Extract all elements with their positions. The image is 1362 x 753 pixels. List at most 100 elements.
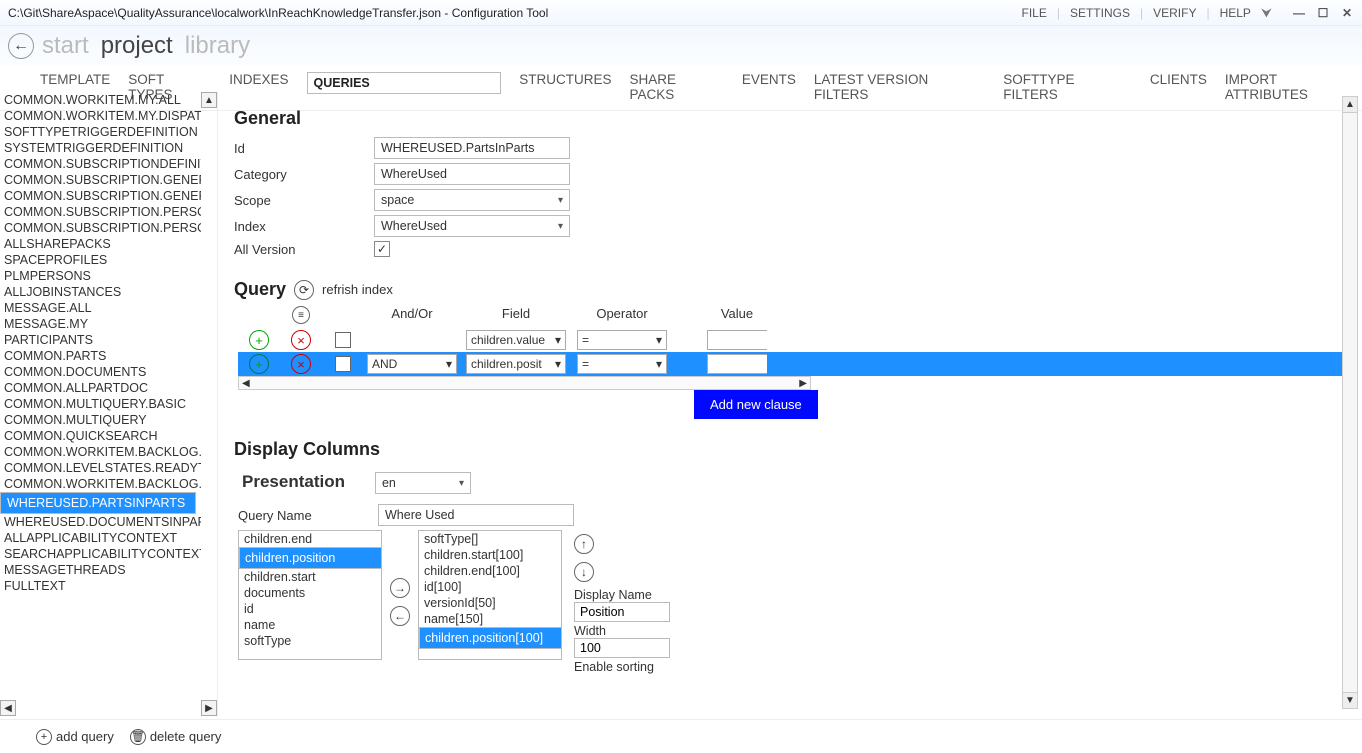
- query-hscroll[interactable]: ◀▶: [238, 376, 811, 390]
- menu-help[interactable]: HELP: [1220, 6, 1251, 20]
- menu-verify[interactable]: VERIFY: [1153, 6, 1196, 20]
- add-clause-button[interactable]: Add new clause: [694, 390, 818, 419]
- available-columns-list[interactable]: children.endchildren.positionchildren.st…: [238, 530, 382, 660]
- delete-query-button[interactable]: 🗑delete query: [130, 729, 222, 745]
- display-name-field[interactable]: [574, 602, 670, 622]
- query-list-item[interactable]: FULLTEXT: [0, 578, 201, 594]
- clause-add-button[interactable]: +: [249, 354, 269, 374]
- hscroll-left[interactable]: ◀: [0, 700, 16, 716]
- query-list-item[interactable]: PARTICIPANTS: [0, 332, 201, 348]
- query-list-item[interactable]: SPACEPROFILES: [0, 252, 201, 268]
- query-list-item[interactable]: COMMON.QUICKSEARCH: [0, 428, 201, 444]
- query-list-item[interactable]: COMMON.MULTIQUERY.BASIC: [0, 396, 201, 412]
- query-list-item[interactable]: COMMON.WORKITEM.MY.DISPATC: [0, 108, 201, 124]
- available-column-item[interactable]: name: [239, 617, 381, 633]
- add-query-button[interactable]: +add query: [36, 729, 114, 745]
- clause-field-select[interactable]: children.value▾: [466, 330, 566, 350]
- selected-column-item[interactable]: id[100]: [419, 579, 561, 595]
- move-down-button[interactable]: ↓: [574, 562, 594, 582]
- clause-remove-button[interactable]: ×: [291, 354, 311, 374]
- language-select[interactable]: en▾: [375, 472, 471, 494]
- query-list-item[interactable]: COMMON.SUBSCRIPTION.GENERA: [0, 188, 201, 204]
- selected-column-item[interactable]: softType[]: [419, 531, 561, 547]
- query-list-item[interactable]: SEARCHAPPLICABILITYCONTEXT: [0, 546, 201, 562]
- move-left-button[interactable]: ←: [390, 606, 410, 626]
- query-list-item[interactable]: COMMON.ALLPARTDOC: [0, 380, 201, 396]
- clause-remove-button[interactable]: ×: [291, 330, 311, 350]
- selected-columns-list[interactable]: softType[]children.start[100]children.en…: [418, 530, 562, 660]
- query-list-item[interactable]: PLMPERSONS: [0, 268, 201, 284]
- available-column-item[interactable]: children.position: [239, 547, 382, 569]
- query-list-item[interactable]: COMMON.SUBSCRIPTION.GENERA: [0, 172, 201, 188]
- query-list-item[interactable]: COMMON.WORKITEM.BACKLOG.A: [0, 444, 201, 460]
- clause-op-select[interactable]: =▾: [577, 330, 667, 350]
- selected-column-item[interactable]: children.end[100]: [419, 563, 561, 579]
- query-list-item[interactable]: MESSAGE.MY: [0, 316, 201, 332]
- query-list-item[interactable]: WHEREUSED.DOCUMENTSINPARTS: [0, 514, 201, 530]
- move-right-button[interactable]: →: [390, 578, 410, 598]
- query-list-item[interactable]: SYSTEMTRIGGERDEFINITION: [0, 140, 201, 156]
- clause-value-input[interactable]: [707, 330, 767, 350]
- move-up-button[interactable]: ↑: [574, 534, 594, 554]
- refresh-label: refrish index: [322, 282, 393, 297]
- selected-column-item[interactable]: name[150]: [419, 611, 561, 627]
- query-list-item[interactable]: MESSAGETHREADS: [0, 562, 201, 578]
- scroll-up-button[interactable]: ▲: [201, 92, 217, 108]
- hscroll-right[interactable]: ▶: [201, 700, 217, 716]
- index-select[interactable]: WhereUsed▾: [374, 215, 570, 237]
- clause-value-input[interactable]: [707, 354, 767, 374]
- clause-op-select[interactable]: =▾: [577, 354, 667, 374]
- query-list-item[interactable]: COMMON.MULTIQUERY: [0, 412, 201, 428]
- col-field: Field: [460, 306, 572, 324]
- pin-icon[interactable]: ⮟: [1261, 5, 1272, 21]
- available-column-item[interactable]: id: [239, 601, 381, 617]
- clause-add-button[interactable]: +: [249, 330, 269, 350]
- category-field[interactable]: [374, 163, 570, 185]
- id-label: Id: [234, 141, 374, 156]
- list-icon[interactable]: ≡: [292, 306, 310, 324]
- available-column-item[interactable]: children.start: [239, 569, 381, 585]
- main-scrollbar[interactable]: ▲ ▼: [1342, 96, 1358, 709]
- back-button[interactable]: ←: [8, 33, 34, 59]
- available-column-item[interactable]: children.end: [239, 531, 381, 547]
- id-field[interactable]: [374, 137, 570, 159]
- query-list-item[interactable]: COMMON.PARTS: [0, 348, 201, 364]
- query-list-item[interactable]: COMMON.SUBSCRIPTION.PERSON: [0, 220, 201, 236]
- query-list-item[interactable]: ALLAPPLICABILITYCONTEXT: [0, 530, 201, 546]
- close-button[interactable]: ✕: [1340, 6, 1354, 20]
- menu-file[interactable]: FILE: [1022, 6, 1047, 20]
- clause-checkbox[interactable]: [335, 332, 351, 348]
- crumb-project[interactable]: project: [101, 32, 173, 60]
- allversion-checkbox[interactable]: ✓: [374, 241, 390, 257]
- minimize-button[interactable]: —: [1292, 6, 1306, 20]
- query-list-item[interactable]: COMMON.SUBSCRIPTIONDEFINIT: [0, 156, 201, 172]
- tab-queries[interactable]: QUERIES: [307, 72, 502, 94]
- query-list-item[interactable]: ALLSHAREPACKS: [0, 236, 201, 252]
- clause-checkbox[interactable]: [335, 356, 351, 372]
- clause-andor-select[interactable]: AND▾: [367, 354, 457, 374]
- query-list-item[interactable]: COMMON.WORKITEM.BACKLOG.C: [0, 476, 201, 492]
- selected-column-item[interactable]: children.position[100]: [419, 627, 562, 649]
- available-column-item[interactable]: softType: [239, 633, 381, 649]
- query-heading: Query: [234, 279, 286, 300]
- crumb-start[interactable]: start: [42, 32, 89, 60]
- width-field[interactable]: [574, 638, 670, 658]
- maximize-button[interactable]: ☐: [1316, 6, 1330, 20]
- selected-column-item[interactable]: children.start[100]: [419, 547, 561, 563]
- query-list-item[interactable]: MESSAGE.ALL: [0, 300, 201, 316]
- scope-select[interactable]: space▾: [374, 189, 570, 211]
- query-list-item[interactable]: COMMON.WORKITEM.MY.ALL: [0, 92, 201, 108]
- query-list-item[interactable]: ALLJOBINSTANCES: [0, 284, 201, 300]
- refresh-icon[interactable]: ⟳: [294, 280, 314, 300]
- query-list-item[interactable]: COMMON.DOCUMENTS: [0, 364, 201, 380]
- query-list-item[interactable]: WHEREUSED.PARTSINPARTS: [0, 492, 196, 514]
- available-column-item[interactable]: documents: [239, 585, 381, 601]
- query-list-item[interactable]: COMMON.LEVELSTATES.READYTO: [0, 460, 201, 476]
- query-list-item[interactable]: SOFTTYPETRIGGERDEFINITION: [0, 124, 201, 140]
- query-list-item[interactable]: COMMON.SUBSCRIPTION.PERSON: [0, 204, 201, 220]
- clause-field-select[interactable]: children.posit▾: [466, 354, 566, 374]
- menu-settings[interactable]: SETTINGS: [1070, 6, 1130, 20]
- selected-column-item[interactable]: versionId[50]: [419, 595, 561, 611]
- query-name-field[interactable]: [378, 504, 574, 526]
- crumb-library[interactable]: library: [185, 32, 250, 60]
